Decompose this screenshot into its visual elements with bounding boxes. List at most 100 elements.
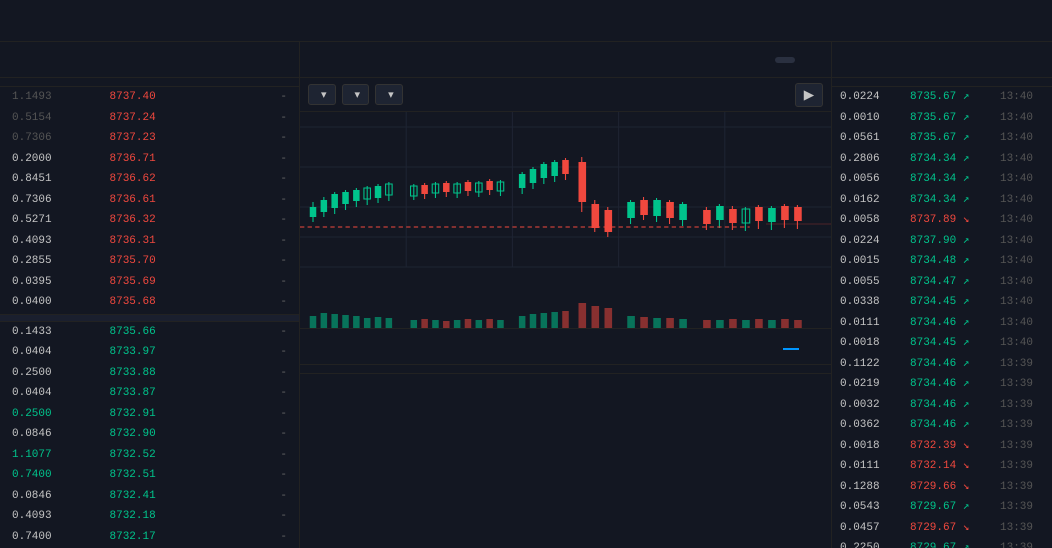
trade-time: 13:40 [1000, 151, 1040, 168]
trade-size: 0.0058 [840, 212, 910, 229]
sell-price: 8735.69 [110, 274, 208, 291]
trade-time: 13:39 [1000, 438, 1040, 455]
chart-header [300, 42, 831, 78]
buy-mysize: - [207, 529, 287, 546]
sell-size: 0.2000 [12, 151, 110, 168]
trade-time: 13:40 [1000, 294, 1040, 311]
trade-history-row: 0.02198734.46 ↗13:39 [832, 374, 1052, 395]
sell-size: 0.5154 [12, 110, 110, 127]
buy-mysize: - [207, 365, 287, 382]
sell-mysize: - [207, 294, 287, 311]
trade-price: 8729.66 ↘ [910, 479, 1000, 496]
th-rows: 0.02248735.67 ↗13:400.00108735.67 ↗13:40… [832, 87, 1052, 548]
sell-price: 8736.32 [110, 212, 208, 229]
trade-price: 8734.46 ↗ [910, 376, 1000, 393]
order-book-sell-row: 0.20008736.71- [0, 149, 299, 170]
trade-price: 8737.90 ↗ [910, 233, 1000, 250]
sell-price: 8736.31 [110, 233, 208, 250]
trade-size: 0.0018 [840, 335, 910, 352]
sell-size: 0.4093 [12, 233, 110, 250]
trade-history-row: 0.00558734.47 ↗13:40 [832, 272, 1052, 293]
overlay-button[interactable]: ▾ [375, 84, 403, 105]
trade-time: 13:40 [1000, 171, 1040, 188]
trade-history-row: 0.00188732.39 ↘13:39 [832, 436, 1052, 457]
order-book-buy-row: 0.14338735.66- [0, 322, 299, 343]
trade-price: 8734.47 ↗ [910, 274, 1000, 291]
order-book-sell-row: 0.03958735.69- [0, 272, 299, 293]
open-orders-tabs [783, 344, 819, 350]
sell-price: 8737.40 [110, 89, 208, 106]
trade-history-row: 0.00158734.48 ↗13:40 [832, 251, 1052, 272]
trade-size: 0.0224 [840, 233, 910, 250]
trade-size: 0.0111 [840, 315, 910, 332]
buy-price: 8733.97 [110, 344, 208, 361]
order-book-title [0, 42, 299, 78]
trade-price: 8734.34 ↗ [910, 192, 1000, 209]
sell-size: 0.0395 [12, 274, 110, 291]
chart-toolbar: ▾ ▾ ▾ ▶ [300, 78, 831, 112]
trade-price: 8734.45 ↗ [910, 294, 1000, 311]
trade-history-row: 0.22508729.67 ↗13:39 [832, 538, 1052, 548]
trade-price: 8729.67 ↗ [910, 540, 1000, 548]
order-book-sell-row: 0.51548737.24- [0, 108, 299, 129]
trade-price: 8734.48 ↗ [910, 253, 1000, 270]
trade-size: 0.0224 [840, 89, 910, 106]
order-book-sell-row: 0.04008735.68- [0, 292, 299, 313]
order-book-buy-rows: 0.14338735.66-0.04048733.97-0.25008733.8… [0, 322, 299, 548]
tab-depth-chart[interactable] [799, 57, 819, 63]
spread-row [0, 314, 299, 322]
trade-time: 13:39 [1000, 479, 1040, 496]
sell-price: 8736.62 [110, 171, 208, 188]
buy-size: 0.0404 [12, 344, 110, 361]
order-book-buy-row: 0.04048733.97- [0, 342, 299, 363]
trade-price: 8734.34 ↗ [910, 151, 1000, 168]
chart-tabs [775, 57, 819, 63]
trade-price: 8732.14 ↘ [910, 458, 1000, 475]
tab-open[interactable] [783, 344, 799, 350]
buy-size: 1.1077 [12, 447, 110, 464]
sell-price: 8735.70 [110, 253, 208, 270]
volume-svg [300, 298, 831, 328]
interval-button[interactable]: ▾ [308, 84, 336, 105]
sell-mysize: - [207, 274, 287, 291]
buy-mysize: - [207, 508, 287, 525]
chart-type-button[interactable]: ▾ [342, 84, 370, 105]
trade-time: 13:40 [1000, 192, 1040, 209]
sell-price: 8736.71 [110, 151, 208, 168]
open-orders-header [300, 329, 831, 365]
order-book-buy-row: 0.40938732.18- [0, 506, 299, 527]
sell-mysize: - [207, 130, 287, 147]
trade-time: 13:40 [1000, 233, 1040, 250]
sell-mysize: - [207, 110, 287, 127]
buy-mysize: - [207, 344, 287, 361]
sell-size: 0.7306 [12, 192, 110, 209]
trade-size: 0.2250 [840, 540, 910, 548]
buy-price: 8732.18 [110, 508, 208, 525]
trade-size: 0.0338 [840, 294, 910, 311]
trade-price: 8734.46 ↗ [910, 356, 1000, 373]
trade-history-panel: 0.02248735.67 ↗13:400.00108735.67 ↗13:40… [832, 42, 1052, 548]
trade-history-row: 0.05438729.67 ↗13:39 [832, 497, 1052, 518]
chart-scroll-right[interactable]: ▶ [795, 83, 823, 107]
buy-price: 8732.17 [110, 529, 208, 546]
sell-price: 8736.61 [110, 192, 208, 209]
order-book-buy-row: 0.25008733.88- [0, 363, 299, 384]
buy-mysize: - [207, 426, 287, 443]
tab-fills[interactable] [803, 344, 819, 350]
price-axis [766, 112, 831, 267]
trade-size: 0.0018 [840, 438, 910, 455]
trade-time: 13:40 [1000, 315, 1040, 332]
trade-size: 0.0561 [840, 130, 910, 147]
buy-size: 0.1433 [12, 324, 110, 341]
trade-history-row: 0.12888729.66 ↘13:39 [832, 477, 1052, 498]
trade-history-row: 0.11228734.46 ↗13:39 [832, 354, 1052, 375]
buy-size: 0.0846 [12, 426, 110, 443]
tab-price-chart[interactable] [775, 57, 795, 63]
trade-time: 13:40 [1000, 212, 1040, 229]
order-book-panel: 1.14938737.40-0.51548737.24-0.73068737.2… [0, 42, 300, 548]
trade-history-row: 0.04578729.67 ↘13:39 [832, 518, 1052, 539]
buy-price: 8732.52 [110, 447, 208, 464]
trade-history-row: 0.05618735.67 ↗13:40 [832, 128, 1052, 149]
sell-mysize: - [207, 233, 287, 250]
trade-size: 0.0056 [840, 171, 910, 188]
